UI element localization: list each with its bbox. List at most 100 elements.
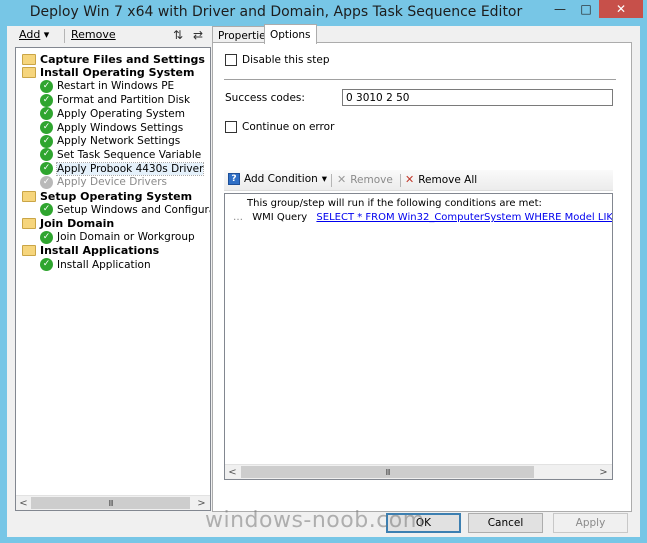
condition-toolbar: ? Add Condition ▾ ✕ Remove ✕ Remove All — [224, 170, 613, 191]
condition-row[interactable]: … WMI Query SELECT * FROM Win32_Computer… — [233, 212, 612, 223]
remove-all-label: Remove All — [418, 173, 478, 186]
tree-group[interactable]: Setup Operating System — [22, 189, 192, 203]
tree-item-label: Join Domain — [40, 216, 115, 230]
scroll-right-icon[interactable]: > — [194, 496, 209, 510]
check-icon: ✓ — [40, 148, 53, 162]
tree-item-label: Install Applications — [40, 244, 160, 258]
continue-on-error-label: Continue on error — [242, 121, 335, 133]
check-icon: ✓ — [40, 230, 53, 244]
folder-icon — [22, 53, 36, 65]
tree-item-label: Apply Probook 4430s Driver — [55, 161, 205, 176]
tree-group[interactable]: Install Operating System — [22, 66, 194, 80]
tree-group[interactable]: Install Applications — [22, 244, 159, 258]
client-area: Add ▾ Remove ⇅ ⇄ Capture Files and Setti… — [7, 24, 640, 537]
tree-step[interactable]: ✓ Format and Partition Disk — [40, 93, 190, 107]
tree-item-label: Set Task Sequence Variable — [57, 148, 202, 161]
close-button[interactable]: ✕ — [599, 0, 643, 18]
tree-item-label: Setup Operating System — [40, 189, 193, 203]
conditions-list[interactable]: This group/step will run if the followin… — [224, 193, 613, 480]
tree-item-label: Install Operating System — [40, 66, 195, 80]
check-icon: ✓ — [40, 121, 53, 134]
task-sequence-tree[interactable]: Capture Files and Settings Install Operat… — [15, 47, 211, 511]
success-codes-label: Success codes: — [225, 92, 305, 104]
scroll-thumb[interactable]: III — [31, 497, 190, 509]
tree-step[interactable]: ✓ Apply Device Drivers — [40, 175, 167, 189]
tree-item-label: Restart in Windows PE — [57, 80, 175, 93]
remove-all-x-icon: ✕ — [405, 173, 415, 186]
tree-toolbar: Add ▾ Remove ⇅ ⇄ — [15, 26, 211, 46]
move-up-icon[interactable]: ⇅ — [173, 28, 183, 42]
remove-x-icon: ✕ — [337, 173, 347, 186]
remove-all-button[interactable]: ✕ Remove All — [405, 173, 477, 186]
tree-connector: … — [233, 212, 243, 223]
tree-item-label: Capture Files and Settings — [40, 52, 205, 66]
check-icon: ✓ — [40, 93, 53, 107]
chevron-down-icon: ▾ — [321, 173, 328, 185]
tree-item-label: Apply Windows Settings — [57, 121, 184, 134]
tree-step[interactable]: ✓ Set Task Sequence Variable — [40, 148, 201, 162]
check-icon: ✓ — [40, 79, 53, 93]
tree-step[interactable]: ✓ Install Application — [40, 258, 151, 272]
apply-button[interactable]: Apply — [553, 513, 628, 533]
toolbar-separator — [64, 29, 65, 43]
tree-step[interactable]: ✓ Apply Probook 4430s Driver — [40, 161, 205, 176]
tree-group[interactable]: Join Domain — [22, 216, 114, 230]
disable-step-label: Disable this step — [242, 54, 330, 66]
add-label: Add — [19, 28, 41, 41]
chevron-down-icon: ▾ — [43, 28, 50, 41]
continue-on-error-checkbox[interactable] — [225, 121, 237, 133]
check-icon: ✓ — [40, 258, 53, 271]
tree-item-label: Join Domain or Workgroup — [57, 231, 195, 244]
remove-button[interactable]: Remove — [71, 28, 116, 41]
check-icon: ✓ — [40, 107, 53, 121]
disable-step-checkbox[interactable] — [225, 54, 237, 66]
minimize-button[interactable]: — — [547, 0, 573, 18]
help-icon: ? — [228, 173, 240, 185]
scroll-left-icon[interactable]: < — [225, 465, 240, 479]
tree-step[interactable]: ✓ Apply Network Settings — [40, 134, 180, 148]
tree-group[interactable]: Capture Files and Settings — [22, 52, 205, 66]
condition-type: WMI Query — [252, 212, 308, 223]
tree-step[interactable]: ✓ Join Domain or Workgroup — [40, 230, 195, 244]
tree-step[interactable]: ✓ Apply Operating System — [40, 107, 185, 121]
tree-item-label: Setup Windows and Configuration — [57, 203, 210, 216]
remove-condition-label: Remove — [350, 173, 393, 186]
check-icon: ✓ — [40, 203, 53, 217]
tree-item-label: Format and Partition Disk — [57, 94, 191, 107]
check-icon: ✓ — [40, 134, 53, 148]
add-condition-button[interactable]: ? Add Condition ▾ — [228, 173, 327, 185]
folder-icon — [22, 190, 36, 202]
toolbar-separator — [331, 174, 332, 187]
cancel-button[interactable]: Cancel — [468, 513, 543, 533]
ok-button[interactable]: OK — [386, 513, 461, 533]
options-panel: Disable this step Success codes: Continu… — [212, 42, 632, 512]
toolbar-separator — [400, 174, 401, 187]
window-title: Deploy Win 7 x64 with Driver and Domain,… — [29, 4, 523, 20]
add-condition-label: Add Condition — [244, 173, 318, 185]
tab-options[interactable]: Options — [264, 24, 317, 44]
tree-step[interactable]: ✓ Apply Windows Settings — [40, 121, 183, 135]
scroll-right-icon[interactable]: > — [596, 465, 611, 479]
remove-condition-button[interactable]: ✕ Remove — [337, 173, 393, 186]
scroll-left-icon[interactable]: < — [16, 496, 31, 510]
tree-item-label: Apply Network Settings — [57, 135, 181, 148]
maximize-button[interactable]: □ — [573, 0, 599, 18]
add-menu-button[interactable]: Add ▾ — [19, 28, 49, 41]
tree-horizontal-scrollbar[interactable]: < III > — [16, 495, 210, 510]
success-codes-input[interactable] — [342, 89, 613, 106]
check-icon: ✓ — [40, 175, 53, 189]
move-down-icon[interactable]: ⇄ — [193, 28, 203, 42]
tree-item-label: Apply Operating System — [57, 107, 185, 120]
title-bar[interactable]: Deploy Win 7 x64 with Driver and Domain,… — [0, 0, 647, 26]
folder-icon — [22, 245, 36, 257]
condition-query-link[interactable]: SELECT * FROM Win32_ComputerSystem WHERE… — [316, 212, 612, 223]
condition-header: This group/step will run if the followin… — [247, 198, 542, 209]
divider — [224, 79, 616, 80]
editor-window: Deploy Win 7 x64 with Driver and Domain,… — [0, 0, 647, 543]
conditions-horizontal-scrollbar[interactable]: < III > — [225, 464, 612, 479]
remove-label: Remove — [71, 28, 116, 41]
scroll-thumb[interactable]: III — [241, 466, 534, 478]
tree-item-label: Apply Device Drivers — [57, 176, 168, 189]
tree-step[interactable]: ✓ Restart in Windows PE — [40, 79, 174, 93]
tree-step[interactable]: ✓ Setup Windows and Configuration — [40, 203, 210, 217]
